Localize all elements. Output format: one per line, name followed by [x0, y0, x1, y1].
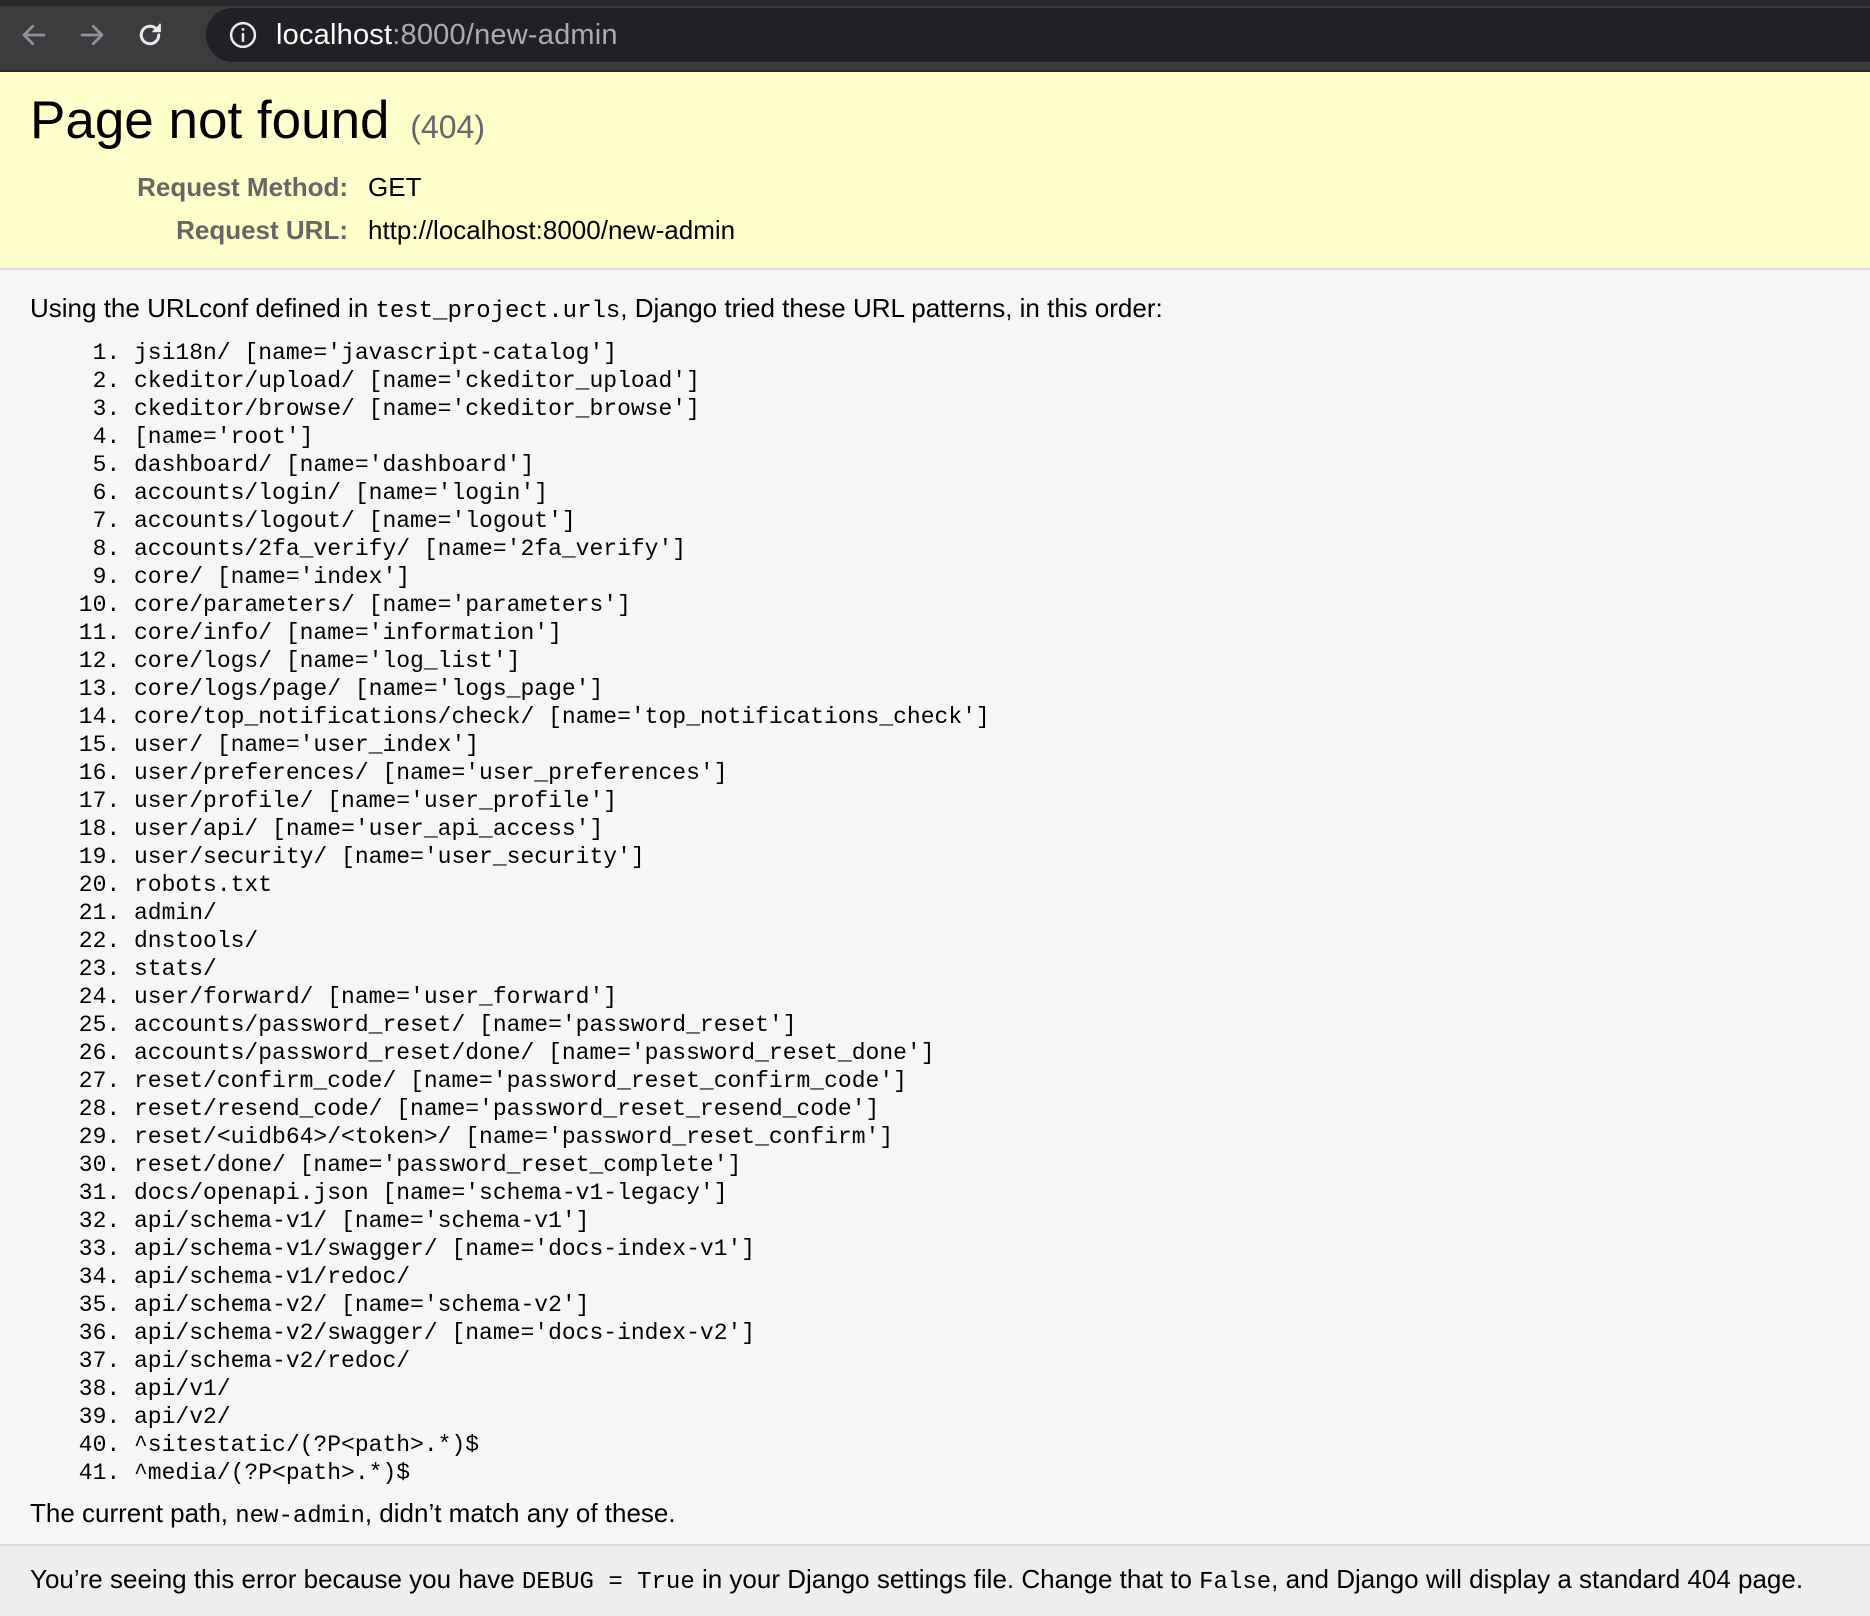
debug-setting-code: DEBUG = True: [521, 1569, 695, 1596]
url-pattern-item: core/info/ [name='information']: [134, 619, 1840, 647]
url-pattern-item: ^media/(?P<path>.*)$: [134, 1459, 1840, 1487]
url-pattern-item: docs/openapi.json [name='schema-v1-legac…: [134, 1179, 1840, 1207]
url-host: localhost: [276, 18, 393, 51]
url-pattern-item: admin/: [134, 899, 1840, 927]
arrow-left-icon: [22, 24, 46, 46]
request-url-value: http://localhost:8000/new-admin: [368, 215, 736, 246]
error-summary: Page not found (404) Request Method: GET…: [0, 72, 1870, 270]
false-code: False: [1199, 1569, 1272, 1596]
url-pattern-item: core/ [name='index']: [134, 563, 1840, 591]
status-code: (404): [410, 109, 485, 145]
url-pattern-item: user/profile/ [name='user_profile']: [134, 787, 1840, 815]
request-url-row: Request URL: http://localhost:8000/new-a…: [30, 213, 735, 256]
request-url-label: Request URL:: [176, 215, 348, 246]
request-method-value: GET: [368, 172, 422, 203]
request-meta-table: Request Method: GET Request URL: http://…: [30, 170, 735, 256]
url-pattern-item: accounts/logout/ [name='logout']: [134, 507, 1840, 535]
urlconf-name: test_project.urls: [375, 298, 621, 325]
back-button[interactable]: [10, 11, 58, 59]
url-pattern-item: dnstools/: [134, 927, 1840, 955]
url-pattern-item: user/ [name='user_index']: [134, 731, 1840, 759]
nomatch-after: , didn’t match any of these.: [364, 1497, 676, 1528]
url-pattern-item: api/v2/: [134, 1403, 1840, 1431]
url-pattern-item: ckeditor/upload/ [name='ckeditor_upload'…: [134, 367, 1840, 395]
url-pattern-item: api/schema-v2/ [name='schema-v2']: [134, 1291, 1840, 1319]
url-text[interactable]: localhost:8000/new-admin: [276, 19, 618, 52]
reload-button[interactable]: [126, 11, 174, 59]
url-pattern-item: user/forward/ [name='user_forward']: [134, 983, 1840, 1011]
url-pattern-item: api/schema-v1/ [name='schema-v1']: [134, 1207, 1840, 1235]
explanation-text: You’re seeing this error because you hav…: [30, 1564, 1840, 1596]
url-pattern-item: accounts/password_reset/ [name='password…: [134, 1011, 1840, 1039]
intro-after: , Django tried these URL patterns, in th…: [620, 293, 1163, 323]
url-pattern-item: stats/: [134, 955, 1840, 983]
nomatch-before: The current path,: [30, 1497, 236, 1528]
page-title: Page not found (404): [30, 91, 1840, 150]
urlconf-intro: Using the URLconf defined in test_projec…: [30, 290, 1840, 329]
intro-before: Using the URLconf defined in: [30, 293, 376, 323]
page-title-text: Page not found: [30, 91, 390, 150]
url-pattern-item: core/logs/ [name='log_list']: [134, 647, 1840, 675]
info-icon[interactable]: [228, 20, 258, 50]
explanation-part-1: You’re seeing this error because you hav…: [30, 1564, 522, 1594]
url-pattern-item: accounts/login/ [name='login']: [134, 479, 1840, 507]
url-pattern-item: api/v1/: [134, 1375, 1840, 1403]
url-pattern-item: user/api/ [name='user_api_access']: [134, 815, 1840, 843]
url-pattern-item: [name='root']: [134, 423, 1840, 451]
forward-button[interactable]: [68, 11, 116, 59]
tab-strip-edge: [0, 0, 1870, 6]
url-pattern-item: api/schema-v1/swagger/ [name='docs-index…: [134, 1235, 1840, 1263]
explanation-part-2: in your Django settings file. Change tha…: [694, 1564, 1200, 1594]
debug-explanation: You’re seeing this error because you hav…: [0, 1544, 1870, 1616]
url-pattern-item: api/schema-v1/redoc/: [134, 1263, 1840, 1291]
url-pattern-item: user/preferences/ [name='user_preference…: [134, 759, 1840, 787]
address-bar[interactable]: localhost:8000/new-admin: [206, 8, 1870, 62]
url-pattern-item: core/parameters/ [name='parameters']: [134, 591, 1840, 619]
url-pattern-item: reset/<uidb64>/<token>/ [name='password_…: [134, 1123, 1840, 1151]
url-pattern-item: jsi18n/ [name='javascript-catalog']: [134, 339, 1840, 367]
request-method-row: Request Method: GET: [30, 170, 735, 213]
url-pattern-list: jsi18n/ [name='javascript-catalog']ckedi…: [30, 339, 1840, 1487]
no-match-message: The current path, new-admin, didn’t matc…: [30, 1495, 1840, 1548]
url-pattern-item: ^sitestatic/(?P<path>.*)$: [134, 1431, 1840, 1459]
explanation-part-3: , and Django will display a standard 404…: [1271, 1564, 1804, 1594]
url-pattern-item: accounts/2fa_verify/ [name='2fa_verify']: [134, 535, 1840, 563]
url-pattern-item: api/schema-v2/redoc/: [134, 1347, 1840, 1375]
url-pattern-item: robots.txt: [134, 871, 1840, 899]
url-pattern-item: reset/resend_code/ [name='password_reset…: [134, 1095, 1840, 1123]
url-pattern-item: api/schema-v2/swagger/ [name='docs-index…: [134, 1319, 1840, 1347]
url-pattern-item: user/security/ [name='user_security']: [134, 843, 1840, 871]
info-section: Using the URLconf defined in test_projec…: [0, 270, 1870, 1548]
url-pattern-item: reset/done/ [name='password_reset_comple…: [134, 1151, 1840, 1179]
arrow-right-icon: [80, 24, 104, 46]
reload-icon: [139, 23, 161, 46]
current-path: new-admin: [235, 1502, 365, 1530]
request-method-label: Request Method:: [137, 172, 348, 203]
url-pattern-item: core/logs/page/ [name='logs_page']: [134, 675, 1840, 703]
browser-toolbar: localhost:8000/new-admin: [0, 0, 1870, 72]
url-pattern-item: dashboard/ [name='dashboard']: [134, 451, 1840, 479]
url-pattern-item: accounts/password_reset/done/ [name='pas…: [134, 1039, 1840, 1067]
url-pattern-item: core/top_notifications/check/ [name='top…: [134, 703, 1840, 731]
url-pattern-item: reset/confirm_code/ [name='password_rese…: [134, 1067, 1840, 1095]
url-pattern-item: ckeditor/browse/ [name='ckeditor_browse'…: [134, 395, 1840, 423]
url-path: :8000/new-admin: [392, 18, 618, 51]
